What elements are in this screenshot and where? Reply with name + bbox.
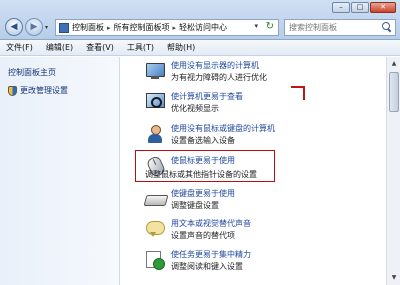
search-icon[interactable] xyxy=(382,22,392,32)
item-description: 调整键盘设置 xyxy=(171,201,219,210)
vertical-scrollbar[interactable]: ▲ ▼ xyxy=(386,57,400,285)
red-annotation-mark xyxy=(291,86,305,100)
title-bar: – □ ✕ ◀ ▶ ▾ 控制面板 ▸ 所有控制面板项 ▸ 轻松访问中心 ▾ ↻ … xyxy=(0,0,400,40)
recent-pages-dropdown[interactable]: ▾ xyxy=(45,24,48,31)
menu-bar: 文件(F) 编辑(E) 查看(V) 工具(T) 帮助(H) xyxy=(0,40,400,56)
control-panel-window: – □ ✕ ◀ ▶ ▾ 控制面板 ▸ 所有控制面板项 ▸ 轻松访问中心 ▾ ↻ … xyxy=(0,0,400,285)
menu-edit[interactable]: 编辑(E) xyxy=(46,42,73,53)
menu-help[interactable]: 帮助(H) xyxy=(167,42,195,53)
scroll-up-icon[interactable]: ▲ xyxy=(388,58,400,70)
list-item-focus-tasks[interactable]: 使任务更易于集中精力 调整阅读和键入设置 xyxy=(145,248,345,276)
refresh-icon[interactable]: ↻ xyxy=(266,21,274,32)
menu-file[interactable]: 文件(F) xyxy=(6,42,33,53)
list-item-easier-to-see[interactable]: 使计算机更易于查看 优化视频显示 xyxy=(145,90,345,118)
item-description: 调整阅读和键入设置 xyxy=(171,262,243,271)
item-description: 调整鼠标或其他指针设备的设置 xyxy=(145,170,257,179)
forward-button[interactable]: ▶ xyxy=(25,18,43,36)
item-description: 为有视力障碍的人进行优化 xyxy=(171,73,267,82)
list-item-keyboard-easier[interactable]: 使键盘更易于使用 调整键盘设置 xyxy=(145,187,345,215)
menu-tools[interactable]: 工具(T) xyxy=(127,42,154,53)
item-title[interactable]: 使用没有鼠标或键盘的计算机 xyxy=(171,123,275,134)
content-pane: 使用没有显示器的计算机 为有视力障碍的人进行优化 使计算机更易于查看 优化视频显… xyxy=(121,57,386,285)
list-item-mouse-easier[interactable]: 使鼠标更易于使用 调整鼠标或其他指针设备的设置 xyxy=(135,150,275,182)
item-title[interactable]: 用文本或视觉替代声音 xyxy=(171,218,251,229)
item-description: 设置备选输入设备 xyxy=(171,136,235,145)
address-bar[interactable]: 控制面板 ▸ 所有控制面板项 ▸ 轻松访问中心 ▾ ↻ xyxy=(55,19,279,36)
keyboard-icon xyxy=(145,189,165,209)
item-title[interactable]: 使鼠标更易于使用 xyxy=(171,155,235,166)
breadcrumb-separator[interactable]: ▸ xyxy=(173,24,177,32)
breadcrumb-separator[interactable]: ▸ xyxy=(107,24,111,32)
item-title[interactable]: 使计算机更易于查看 xyxy=(171,91,243,102)
back-button[interactable]: ◀ xyxy=(5,18,23,36)
speech-bubble-icon xyxy=(145,219,165,239)
maximize-button[interactable]: □ xyxy=(351,2,369,13)
control-panel-icon xyxy=(59,22,69,33)
breadcrumb-ease-of-access[interactable]: 轻松访问中心 xyxy=(179,22,227,33)
search-input[interactable]: 搜索控制面板 xyxy=(284,19,396,36)
breadcrumb-control-panel[interactable]: 控制面板 xyxy=(72,22,104,33)
menu-view[interactable]: 查看(V) xyxy=(86,42,114,53)
breadcrumb-all-items[interactable]: 所有控制面板项 xyxy=(114,22,170,33)
item-title[interactable]: 使键盘更易于使用 xyxy=(171,188,235,199)
checklist-icon xyxy=(145,250,165,270)
list-item-sound-alternatives[interactable]: 用文本或视觉替代声音 设置声音的替代项 xyxy=(145,217,345,245)
shield-icon xyxy=(8,85,17,96)
address-dropdown-icon[interactable]: ▾ xyxy=(254,22,258,30)
item-title[interactable]: 使用没有显示器的计算机 xyxy=(171,60,259,71)
scroll-thumb[interactable] xyxy=(389,72,399,112)
change-admin-settings-link[interactable]: 更改管理设置 xyxy=(8,85,68,96)
monitor-icon xyxy=(145,61,165,81)
minimize-button[interactable]: – xyxy=(332,2,350,13)
item-title[interactable]: 使任务更易于集中精力 xyxy=(171,249,251,260)
search-placeholder: 搜索控制面板 xyxy=(289,23,337,32)
close-button[interactable]: ✕ xyxy=(370,2,396,13)
list-item-no-mouse-keyboard[interactable]: 使用没有鼠标或键盘的计算机 设置备选输入设备 xyxy=(145,122,345,150)
list-item-no-display[interactable]: 使用没有显示器的计算机 为有视力障碍的人进行优化 xyxy=(145,59,345,87)
item-description: 优化视频显示 xyxy=(171,104,219,113)
magnifier-icon xyxy=(145,92,165,112)
scroll-down-icon[interactable]: ▼ xyxy=(388,272,400,284)
window-controls: – □ ✕ xyxy=(332,2,396,13)
control-panel-home-link[interactable]: 控制面板主页 xyxy=(8,67,56,78)
item-description: 设置声音的替代项 xyxy=(171,231,235,240)
left-navigation-pane: 控制面板主页 更改管理设置 xyxy=(0,57,120,285)
change-admin-settings-label: 更改管理设置 xyxy=(20,86,68,95)
person-icon xyxy=(145,124,165,144)
